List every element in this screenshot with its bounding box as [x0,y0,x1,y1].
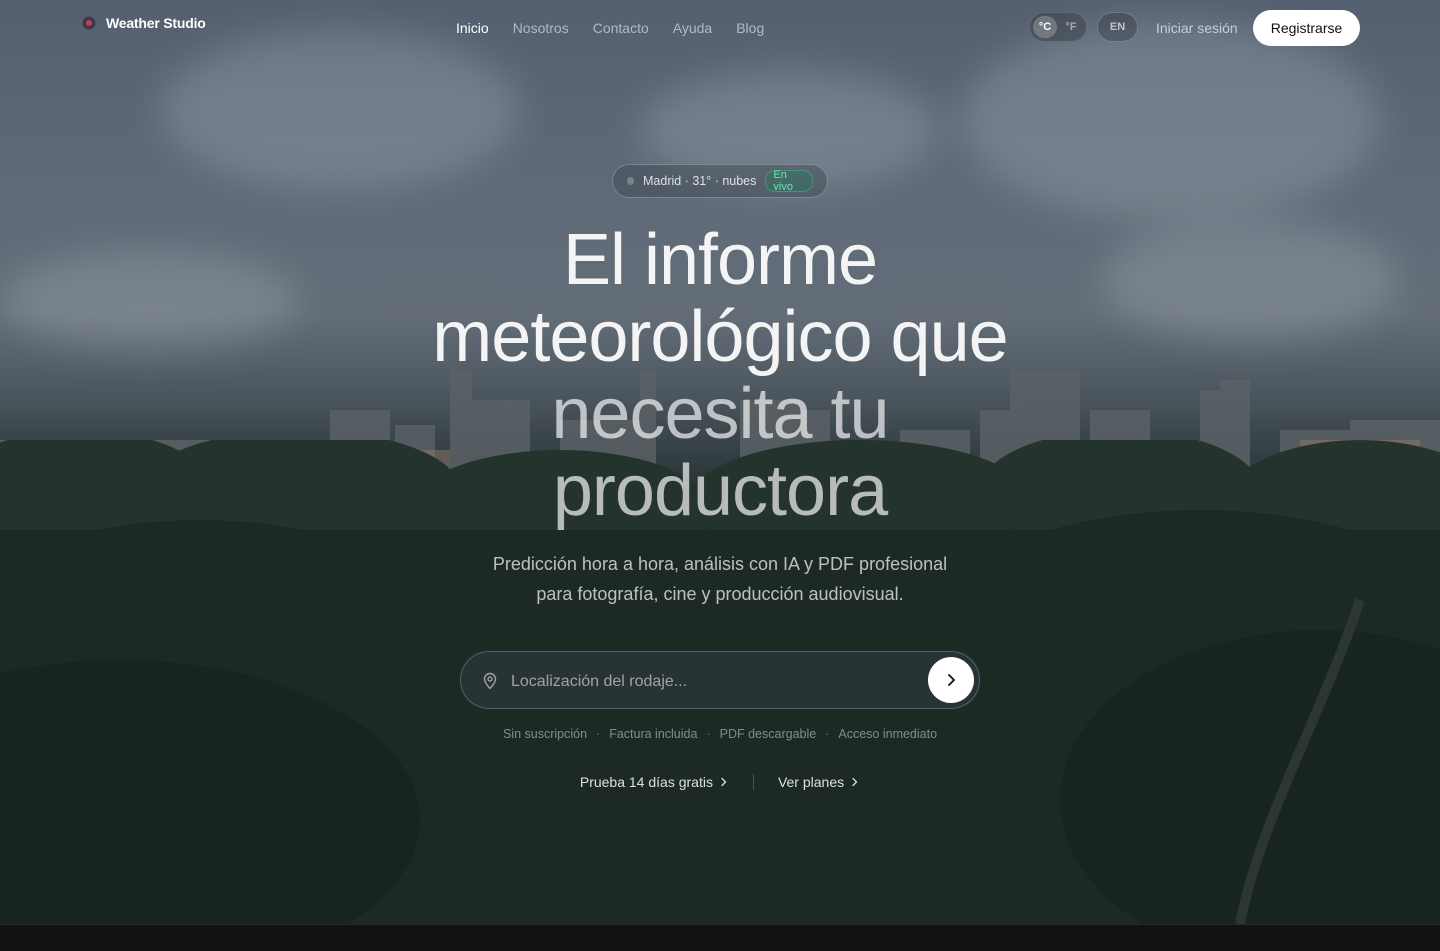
footer-strip [0,924,1440,951]
hero-headline: El informe meteorológico que necesita tu… [320,222,1120,530]
signup-button[interactable]: Registrarse [1253,10,1360,46]
plans-link-label: Ver planes [777,774,845,790]
unit-celsius-button[interactable]: °C [1033,16,1057,38]
unit-fahrenheit-button[interactable]: °F [1059,16,1083,38]
plans-link[interactable]: Ver planes [778,774,860,790]
hero-subtitle: Predicción hora a hora, análisis con IA … [420,549,1020,609]
map-pin-icon [483,672,497,690]
chevron-right-icon [721,777,727,787]
brand-name: Weather Studio [106,15,206,31]
feature-item: Factura incluida [609,727,698,741]
link-divider [752,774,754,790]
feature-item: PDF descargable [719,727,817,741]
cloud-shape [1100,220,1400,340]
headline-line-1: El informe [562,220,878,300]
cloud-shape [960,20,1380,220]
headline-line-3: necesita tu [551,374,889,454]
subtitle-line-1: Predicción hora a hora, análisis con IA … [492,554,948,574]
language-button[interactable]: EN [1097,12,1138,42]
feature-item: Sin suscripción [502,727,588,741]
headline-line-2: meteorológico que [432,297,1008,377]
feature-separator: · [825,727,830,741]
feature-list: Sin suscripción · Factura incluida · PDF… [400,727,1040,741]
nav-item-inicio[interactable]: Inicio [456,18,489,38]
unit-toggle: °C °F [1029,12,1087,42]
subtitle-line-2: para fotografía, cine y producción audio… [536,584,904,604]
status-text: Madrid · 31° · nubes [643,174,757,188]
cloud-shape [160,30,520,190]
weather-status-pill: Madrid · 31° · nubes En vivo [612,164,828,198]
feature-separator: · [706,727,711,741]
chevron-right-icon [948,674,955,686]
login-link[interactable]: Iniciar sesión [1156,18,1238,38]
feature-item: Acceso inmediato [838,727,938,741]
trial-link-label: Prueba 14 días gratis [579,774,713,790]
cta-links: Prueba 14 días gratis Ver planes [540,774,900,790]
status-dot-icon [627,177,634,185]
main-nav: Inicio Nosotros Contacto Ayuda Blog [456,18,764,38]
location-search [460,651,980,709]
nav-item-blog[interactable]: Blog [736,18,764,38]
nav-item-ayuda[interactable]: Ayuda [673,18,712,38]
nav-item-nosotros[interactable]: Nosotros [513,18,569,38]
brand-logo[interactable]: Weather Studio [80,14,206,32]
nav-item-contacto[interactable]: Contacto [593,18,649,38]
trial-link[interactable]: Prueba 14 días gratis [580,774,729,790]
headline-line-4: productora [552,451,888,531]
feature-separator: · [596,727,601,741]
weather-logo-icon [81,15,97,31]
location-input[interactable] [509,666,913,698]
live-badge: En vivo [765,169,813,193]
chevron-right-icon [852,777,858,787]
cloud-shape [0,250,300,350]
search-submit-button[interactable] [928,657,974,703]
